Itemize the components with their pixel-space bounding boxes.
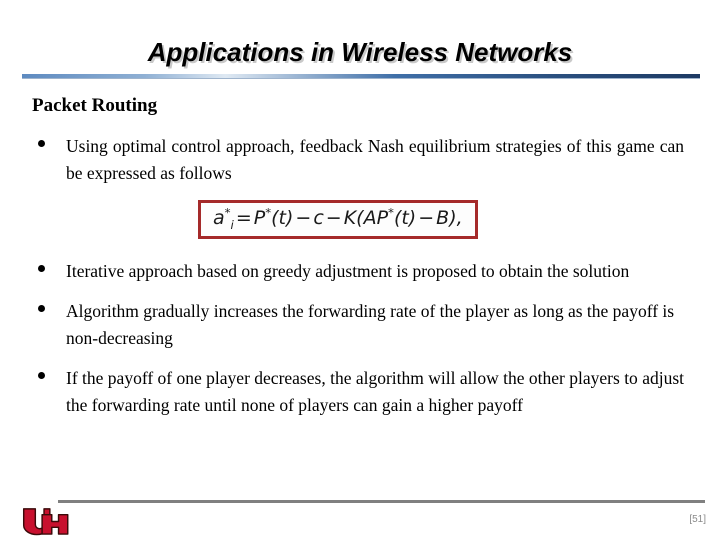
title-divider [22, 74, 700, 79]
list-item: Using optimal control approach, feedback… [32, 133, 684, 187]
equation-open-paren: ( [356, 207, 364, 230]
equation-minus-3: − [418, 207, 435, 230]
list-item-text: Using optimal control approach, feedback… [66, 136, 684, 183]
equation-lhs-variable: a [213, 207, 225, 230]
equation-term-p: P [253, 207, 266, 230]
equation-term-t1: (t) [271, 207, 294, 230]
bullet-dot-icon [38, 372, 45, 379]
list-item-text: Algorithm gradually increases the forwar… [66, 301, 675, 348]
equation-minus-1: − [295, 207, 312, 230]
equation-row: a*i = P*(t) − c − K(AP*(t) − B), [32, 200, 684, 248]
list-item: If the payoff of one player decreases, t… [32, 365, 684, 419]
section-heading: Packet Routing [32, 95, 158, 116]
equation-equals: = [235, 207, 252, 230]
equation-formula: a*i = P*(t) − c − K(AP*(t) − B), [213, 206, 463, 232]
list-item: Algorithm gradually increases the forwar… [32, 298, 684, 352]
equation-box: a*i = P*(t) − c − K(AP*(t) − B), [198, 200, 478, 240]
equation-term-b: B [436, 207, 450, 230]
page-number: [51] [689, 514, 706, 525]
bullet-list: Using optimal control approach, feedback… [32, 133, 684, 432]
equation-term-c: c [313, 207, 324, 230]
equation-term-k: K [343, 207, 357, 230]
bullet-dot-icon [38, 305, 45, 312]
equation-term-a-cap: A [363, 207, 377, 230]
equation-term-t2: (t) [393, 207, 417, 230]
title-divider-shadow [22, 78, 700, 79]
bullet-dot-icon [38, 265, 45, 272]
equation-close-paren: ), [449, 207, 463, 230]
bullet-dot-icon [38, 140, 45, 147]
equation-minus-2: − [325, 207, 342, 230]
list-item-text: Iterative approach based on greedy adjus… [66, 261, 630, 281]
slide-canvas: Applications in Wireless Networks Packet… [0, 0, 720, 540]
list-item: Iterative approach based on greedy adjus… [32, 258, 684, 285]
list-item-text: If the payoff of one player decreases, t… [66, 368, 684, 415]
footer-divider [58, 500, 705, 503]
university-of-houston-uh-logo-icon [20, 506, 70, 536]
slide-title: Applications in Wireless Networks [147, 37, 573, 67]
equation-term-p2: P [376, 207, 389, 230]
